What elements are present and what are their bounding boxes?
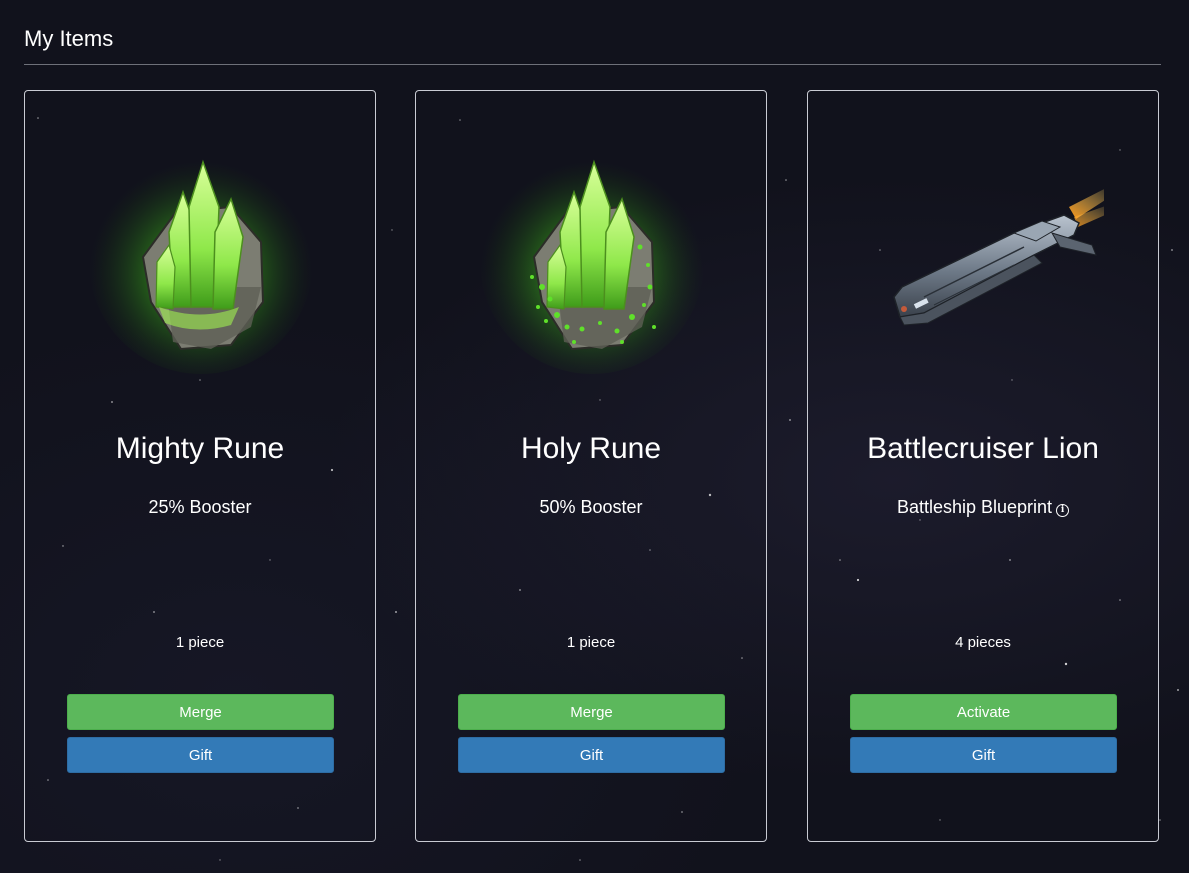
item-subtitle-text: Battleship Blueprint xyxy=(896,497,1053,517)
merge-button[interactable]: Merge xyxy=(458,694,725,730)
item-card-mighty-rune: Mighty Rune 25% Booster 1 piece Merge Gi… xyxy=(24,90,376,842)
gift-button[interactable]: Gift xyxy=(458,737,725,773)
page-title: My Items xyxy=(24,26,114,51)
gift-button[interactable]: Gift xyxy=(850,737,1117,773)
green-crystal-rune-icon xyxy=(89,150,313,374)
item-count: 1 piece xyxy=(566,634,616,651)
item-name: Holy Rune xyxy=(520,432,662,465)
item-count: 4 pieces xyxy=(955,634,1011,651)
info-icon[interactable]: i xyxy=(1056,504,1070,517)
gift-button[interactable]: Gift xyxy=(67,737,334,773)
item-card-holy-rune: Holy Rune 50% Booster 1 piece Merge Gift xyxy=(415,90,767,842)
activate-button[interactable]: Activate xyxy=(850,694,1117,730)
battlecruiser-ship-icon xyxy=(893,189,1104,326)
title-divider xyxy=(24,64,1161,65)
item-subtitle: 50% Booster xyxy=(539,497,643,517)
item-card-battlecruiser-lion: Battlecruiser Lion Battleship Blueprint i… xyxy=(807,90,1159,842)
item-subtitle: 25% Booster xyxy=(148,497,252,517)
item-subtitle: Battleship Blueprint i xyxy=(808,496,1158,518)
item-name: Mighty Rune xyxy=(115,432,285,465)
merge-button[interactable]: Merge xyxy=(67,694,334,730)
item-count: 1 piece xyxy=(175,634,225,651)
green-crystal-rune-mossy-icon xyxy=(480,150,704,374)
item-name: Battlecruiser Lion xyxy=(867,432,1099,465)
